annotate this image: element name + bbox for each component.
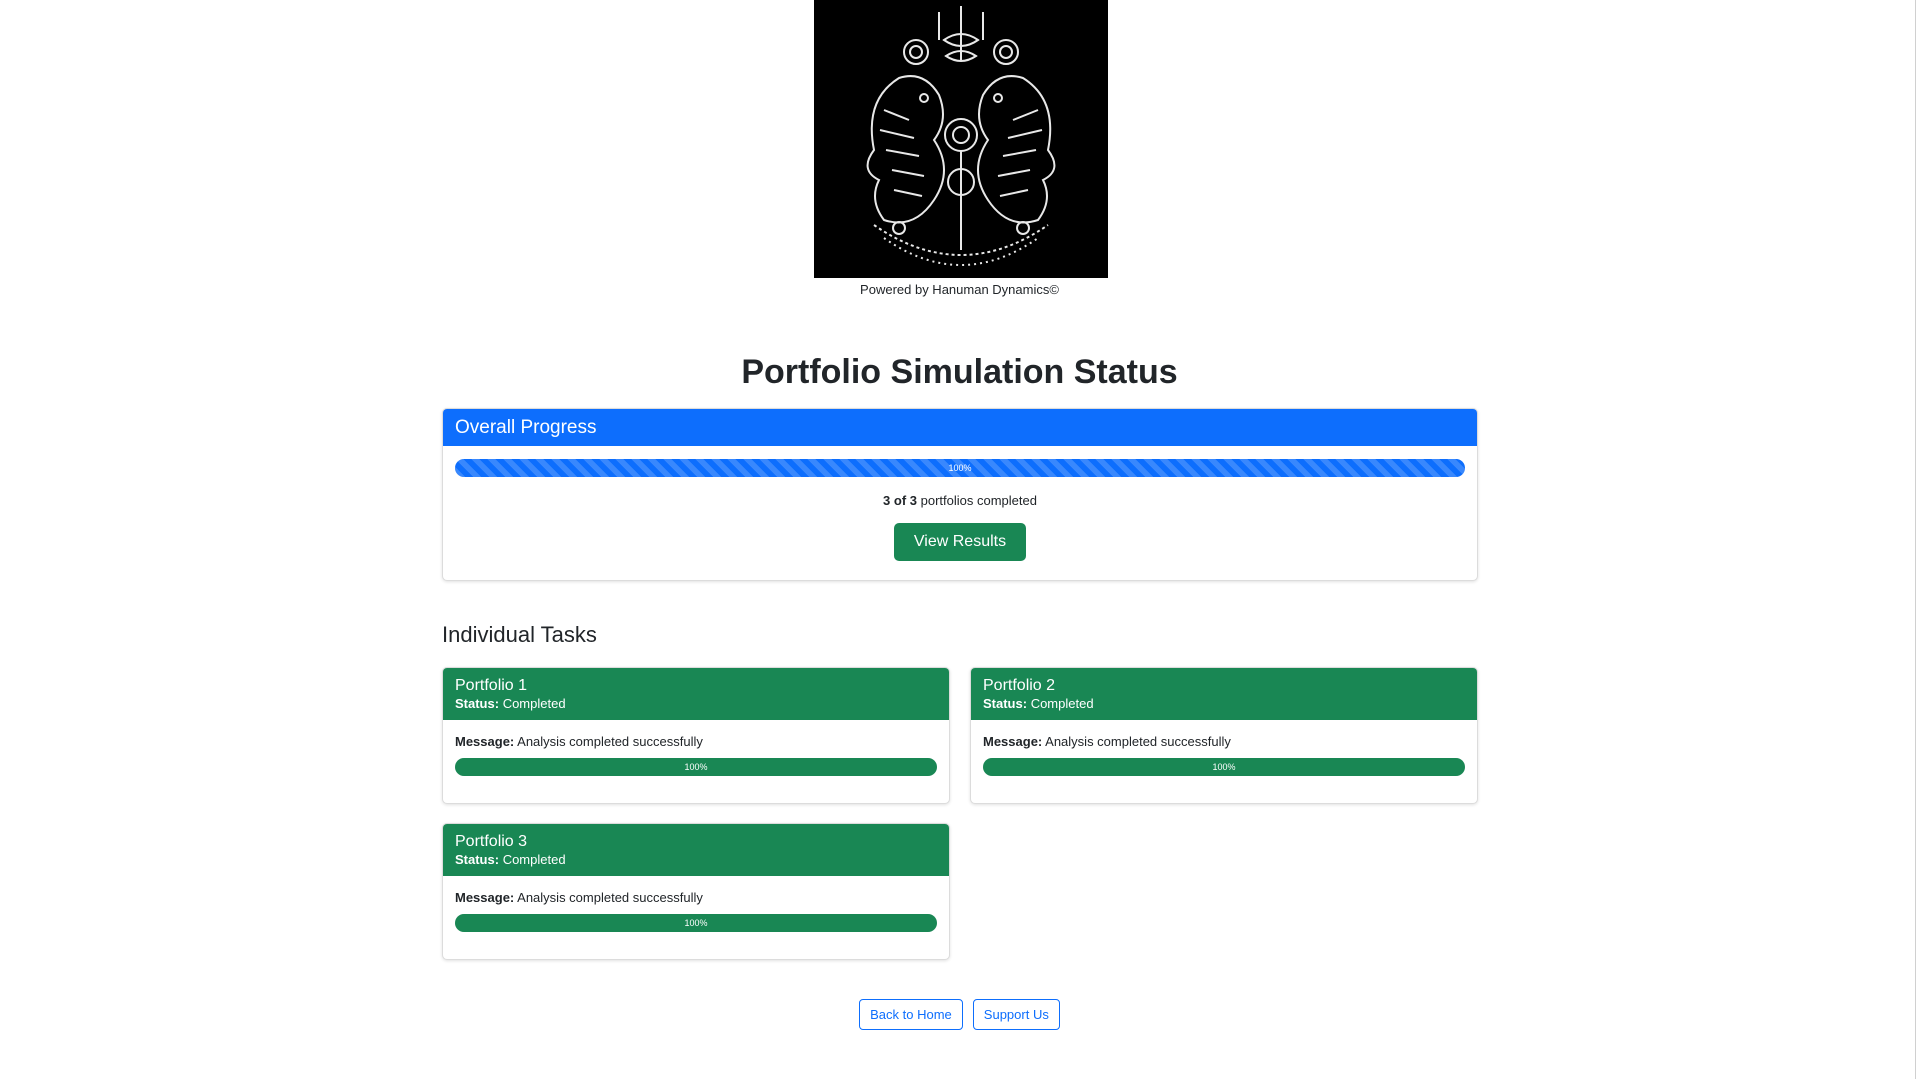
task-name: Portfolio 3: [455, 833, 528, 850]
task-status: Status: Completed: [983, 695, 1465, 712]
task-header: Portfolio 2 Status: Completed: [971, 668, 1477, 720]
view-results-button[interactable]: View Results: [893, 523, 1027, 561]
task-body: Message: Analysis completed successfully…: [443, 876, 949, 932]
message-value: Analysis completed successfully: [517, 734, 703, 749]
task-status: Status: Completed: [455, 695, 937, 712]
message-value: Analysis completed successfully: [1045, 734, 1231, 749]
task-body: Message: Analysis completed successfully…: [971, 720, 1477, 776]
message-label: Message:: [455, 890, 515, 905]
task-progress-bar: 100%: [455, 758, 937, 776]
task-status: Status: Completed: [455, 851, 937, 868]
scrollbar-edge: [1915, 0, 1916, 1079]
page-title: Portfolio Simulation Status: [741, 353, 1178, 391]
task-name: Portfolio 2: [983, 677, 1056, 694]
task-card-portfolio-1: Portfolio 1 Status: Completed Message: A…: [442, 667, 950, 804]
footer-buttons: Back to Home Support Us: [0, 999, 1919, 1030]
task-progress-fill: 100%: [455, 758, 937, 776]
task-header: Portfolio 1 Status: Completed: [443, 668, 949, 720]
individual-tasks-title: Individual Tasks: [442, 622, 597, 647]
message-label: Message:: [983, 734, 1043, 749]
overall-progress-fill: 100%: [455, 459, 1465, 477]
task-header: Portfolio 3 Status: Completed: [443, 824, 949, 876]
completed-count-text: 3 of 3 portfolios completed: [455, 493, 1465, 508]
task-progress-label: 100%: [684, 918, 708, 928]
message-value: Analysis completed successfully: [517, 890, 703, 905]
task-body: Message: Analysis completed successfully…: [443, 720, 949, 776]
message-label: Message:: [455, 734, 515, 749]
task-message: Message: Analysis completed successfully: [983, 734, 1465, 750]
overall-progress-body: 100% 3 of 3 portfolios completed View Re…: [443, 446, 1477, 573]
task-name: Portfolio 1: [455, 677, 528, 694]
completed-suffix: portfolios completed: [917, 493, 1037, 508]
overall-progress-bar: 100%: [455, 459, 1465, 477]
task-progress-fill: 100%: [455, 914, 937, 932]
status-value: Completed: [502, 696, 566, 711]
task-progress-bar: 100%: [983, 758, 1465, 776]
overall-progress-header: Overall Progress: [443, 409, 1477, 446]
task-progress-bar: 100%: [455, 914, 937, 932]
status-label: Status:: [455, 696, 500, 711]
logo-image: [814, 0, 1108, 278]
powered-by-text: Powered by Hanuman Dynamics©: [860, 282, 1059, 297]
status-value: Completed: [1030, 696, 1094, 711]
status-label: Status:: [455, 852, 500, 867]
back-to-home-button[interactable]: Back to Home: [859, 999, 963, 1030]
task-progress-fill: 100%: [983, 758, 1465, 776]
task-card-portfolio-3: Portfolio 3 Status: Completed Message: A…: [442, 823, 950, 960]
support-us-button[interactable]: Support Us: [972, 999, 1060, 1030]
overall-progress-label: 100%: [948, 463, 972, 473]
task-message: Message: Analysis completed successfully: [455, 890, 937, 906]
overall-progress-card: Overall Progress 100% 3 of 3 portfolios …: [442, 408, 1478, 581]
task-message: Message: Analysis completed successfully: [455, 734, 937, 750]
task-card-portfolio-2: Portfolio 2 Status: Completed Message: A…: [970, 667, 1478, 804]
task-progress-label: 100%: [684, 762, 708, 772]
status-value: Completed: [502, 852, 566, 867]
task-progress-label: 100%: [1212, 762, 1236, 772]
page: Powered by Hanuman Dynamics© Portfolio S…: [0, 0, 1919, 1079]
status-label: Status:: [983, 696, 1028, 711]
completed-count: 3 of 3: [883, 493, 917, 508]
